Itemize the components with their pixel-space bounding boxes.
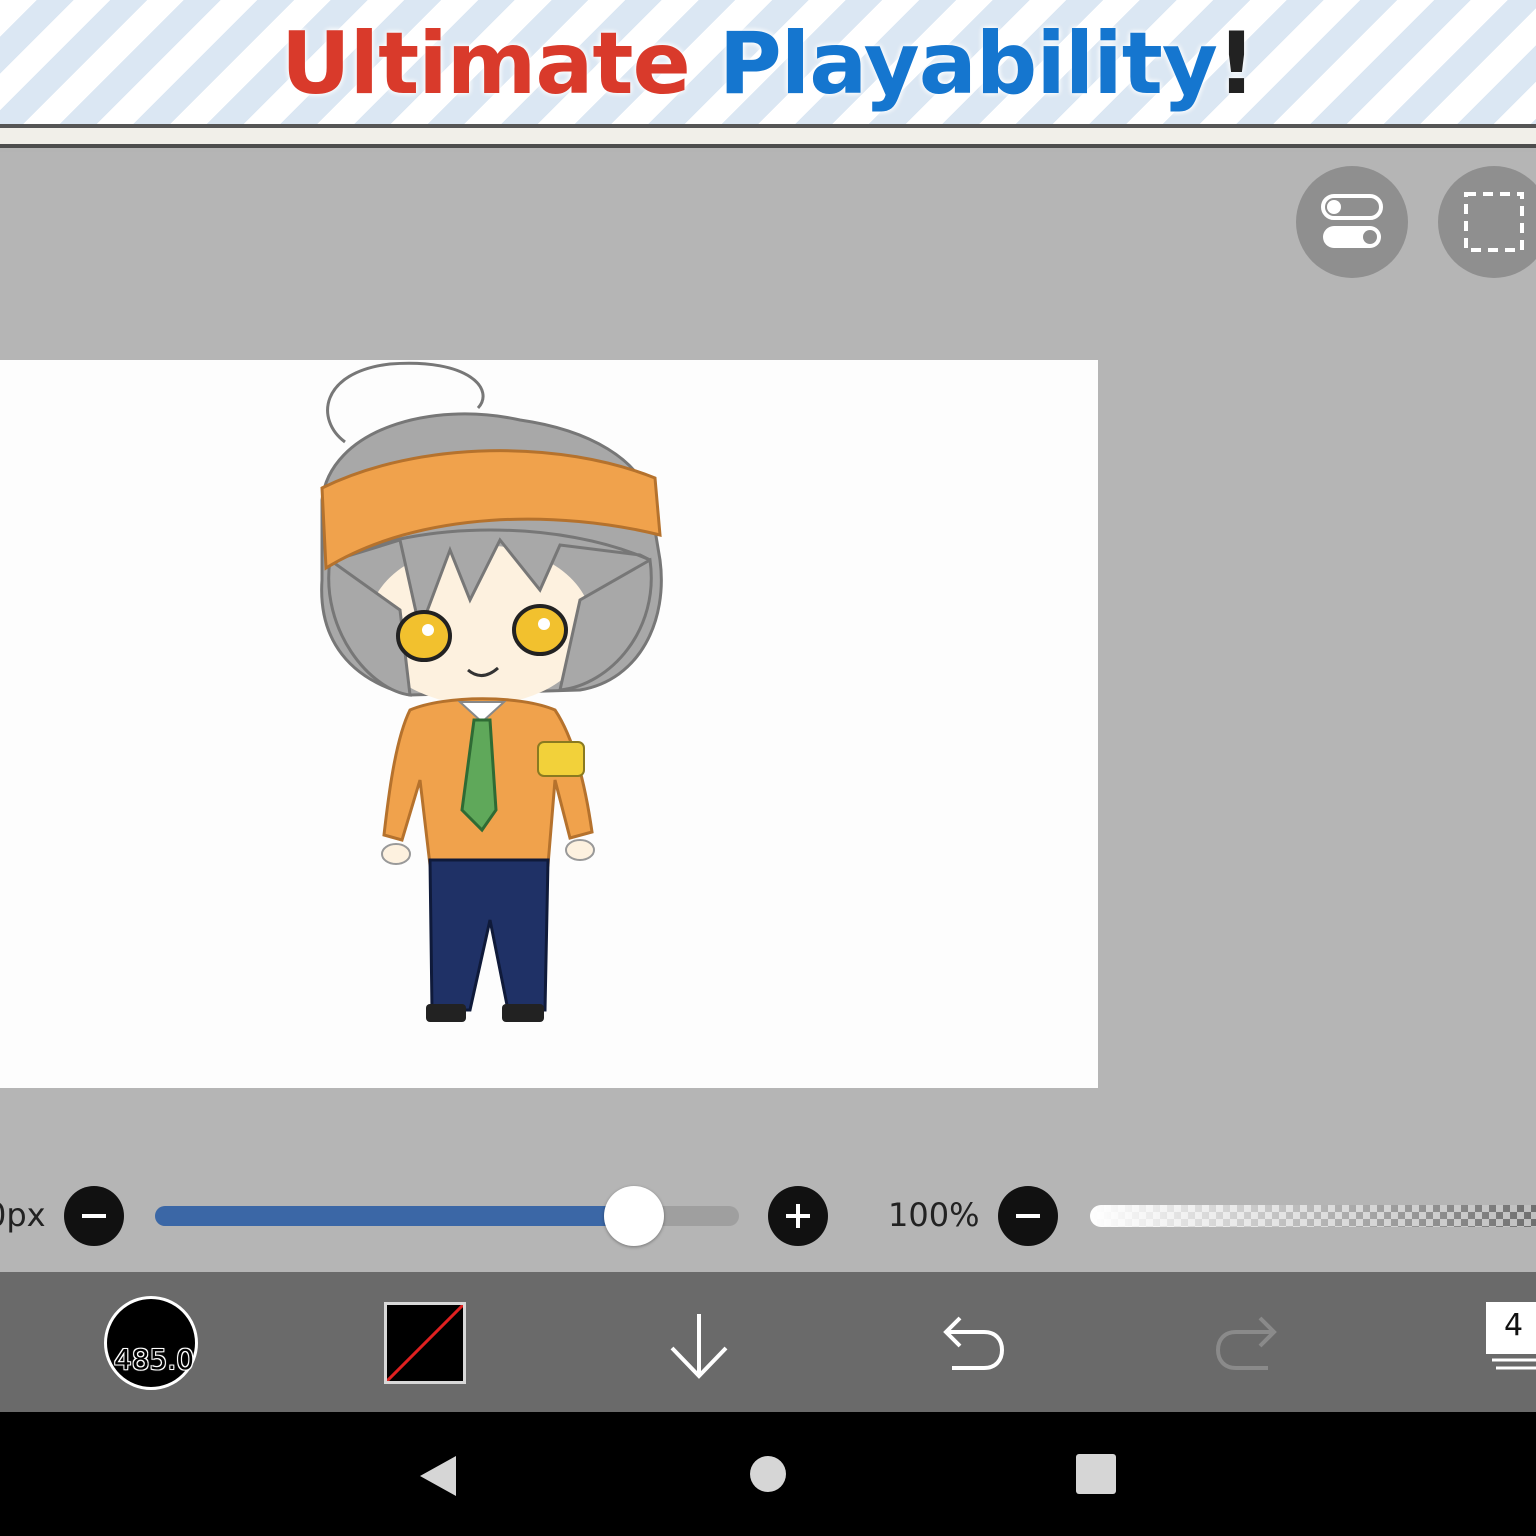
back-icon[interactable] [414, 1452, 462, 1500]
layer-stack-lines [1492, 1358, 1536, 1370]
opacity-decrease-button[interactable] [998, 1186, 1058, 1246]
layers-icon: 4 [1486, 1302, 1536, 1354]
plus-icon [786, 1204, 810, 1228]
brush-size-button[interactable]: 485.0 [104, 1296, 198, 1390]
workspace[interactable]: 0px 100% [0, 152, 1536, 1272]
recents-icon[interactable] [1072, 1452, 1120, 1500]
minus-icon [1016, 1214, 1040, 1218]
banner-divider [0, 128, 1536, 148]
system-navigation-bar [0, 1412, 1536, 1536]
color-swatch-button[interactable] [384, 1302, 466, 1384]
size-increase-button[interactable] [768, 1186, 828, 1246]
undo-icon[interactable] [938, 1310, 1008, 1380]
banner-word-playability: Playability [718, 14, 1218, 114]
opacity-slider[interactable] [1090, 1205, 1536, 1227]
arrow-down-icon[interactable] [664, 1310, 734, 1380]
size-decrease-button[interactable] [64, 1186, 124, 1246]
brush-size-slider-handle[interactable] [603, 1186, 664, 1246]
opacity-label: 100% [888, 1196, 980, 1234]
brush-size-value: 485.0 [113, 1343, 195, 1376]
bottom-toolbar: 485.0 4 [0, 1272, 1536, 1412]
brush-size-slider-fill [155, 1206, 634, 1226]
redo-icon[interactable] [1212, 1310, 1282, 1380]
drawing-canvas[interactable] [0, 360, 1098, 1088]
character-illustration [320, 361, 663, 1022]
promo-banner: Ultimate Playability! [0, 0, 1536, 128]
toggle-icon [1321, 194, 1383, 248]
minus-icon [82, 1214, 106, 1218]
color-swatch-icon [387, 1305, 463, 1381]
banner-title: Ultimate Playability! [0, 14, 1536, 114]
brush-size-label: 0px [0, 1196, 46, 1234]
brush-size-slider[interactable] [155, 1186, 739, 1246]
layer-count: 4 [1504, 1308, 1524, 1343]
layers-button[interactable]: 4 [1486, 1302, 1536, 1382]
brush-slider-row: 0px 100% [0, 1176, 1536, 1256]
banner-exclamation: ! [1216, 14, 1256, 114]
home-icon[interactable] [744, 1452, 792, 1500]
selection-button[interactable] [1438, 166, 1536, 278]
selection-icon [1464, 192, 1524, 252]
toggle-button[interactable] [1296, 166, 1408, 278]
banner-word-ultimate: Ultimate [280, 14, 691, 114]
